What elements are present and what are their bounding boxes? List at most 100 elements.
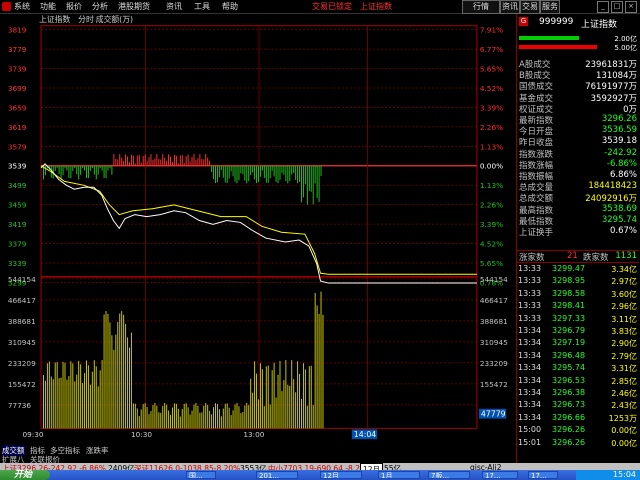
volume-bar [44,380,46,429]
taskbar-item[interactable]: 1月 [378,471,420,479]
up-down-bar [216,165,218,183]
up-down-bar [297,165,299,184]
time-axis-labels: 09:30 10:30 13:00 [22,430,264,439]
taskbar-item[interactable]: 7板... [428,471,470,479]
taskbar-item[interactable]: 17... [482,471,518,479]
volume-bar [295,392,297,429]
minimize-icon[interactable]: _ [597,1,609,13]
tick-price: 3296.26 [552,437,586,447]
volume-bar [203,405,205,429]
start-button[interactable]: 开始 [0,470,50,480]
menu-help[interactable]: 帮助 [222,1,238,12]
up-down-bar [203,159,205,166]
volume-bar [158,412,160,429]
menu-quote[interactable]: 报价 [66,1,82,12]
tick-row[interactable]: 13:33 3298.58 3.60亿 [517,289,639,300]
taskbar-item[interactable]: 17... [528,471,558,479]
quote-panel: G 999999 上证指数 2.00亿 5.00亿 A股成交 23961831万 B… [516,14,640,464]
volume-bar [78,360,80,429]
up-down-bar [66,165,68,171]
up-down-bar [154,158,156,166]
right-axis-label: 1.13% [480,181,503,190]
volume-bar [244,405,246,429]
up-down-bar [84,165,86,171]
tick-row[interactable]: 13:34 3296.53 2.85亿 [517,376,639,387]
up-down-bar [101,165,103,171]
tick-row[interactable]: 13:34 3296.79 3.83亿 [517,326,639,337]
tick-price: 3296.66 [552,412,586,422]
menu-function[interactable]: 功能 [40,1,56,12]
menu-news[interactable]: 资讯 [166,1,182,12]
left-axis-label: 544154 [8,275,36,284]
tick-volume: 3.83亿 [611,327,637,336]
tick-volume: 3.31亿 [611,364,637,374]
volume-bar [121,311,123,429]
up-down-bar [205,154,207,166]
tick-row[interactable]: 15:01 3296.26 0.00亿 [517,438,639,449]
volume-bar [136,408,138,429]
tick-row[interactable]: 13:33 3298.95 2.97亿 [517,276,639,287]
left-axis-label: 3699 [8,84,27,93]
tick-row[interactable]: 13:34 3296.48 2.79亿 [517,351,639,362]
tick-row[interactable]: 13:34 3295.74 3.31亿 [517,363,639,374]
menu-tools[interactable]: 工具 [194,1,210,12]
volume-bar [222,408,224,429]
up-down-bar [146,161,148,166]
up-down-bar [121,157,123,166]
tick-row[interactable]: 13:33 3299.47 3.34亿 [517,264,639,275]
tab-news[interactable]: 资讯 [500,0,520,14]
up-down-bar [123,160,125,166]
up-down-bar [234,165,236,182]
right-axis-label: 1.13% [480,142,503,151]
tick-row[interactable]: 13:33 3297.33 3.11亿 [517,314,639,325]
left-axis-label: 3739 [8,64,27,73]
taskbar-item[interactable]: 国... [186,471,216,479]
tab-service[interactable]: 服务 [540,0,560,14]
up-down-bar [254,165,256,180]
tick-row[interactable]: 15:00 3296.26 0.00亿 [517,425,639,436]
restore-icon[interactable]: □ [611,1,623,13]
menu-hk-futures[interactable]: 港股期货 [118,1,150,12]
tick-row[interactable]: 13:33 3298.41 2.96亿 [517,301,639,312]
tick-row[interactable]: 13:34 3296.66 1253万 [517,413,639,424]
stat-row: 今日开盘 3536.59 [517,125,639,137]
up-down-bar [111,165,113,175]
up-down-bar [109,165,111,169]
tab-advance-ratio[interactable]: 涨跌率 [86,445,109,456]
up-down-bar [168,154,170,166]
up-down-bar [185,156,187,166]
stat-row: 指数涨跌 -242.92 [517,148,639,160]
tick-volume: 2.46亿 [611,389,637,398]
volume-bar [101,360,103,429]
stat-row: B股成交 131084万 [517,69,639,81]
tab-market[interactable]: 行情 [462,0,500,14]
up-down-bar [238,165,240,181]
taskbar: 开始 国... 201... 12月 1月 7板... 17... 17... … [0,470,640,480]
up-down-bar [68,165,70,178]
volume-bar [205,402,207,429]
up-down-bar [74,165,76,168]
tick-row[interactable]: 13:34 3296.73 2.43亿 [517,400,639,411]
tick-row[interactable]: 13:34 3296.38 2.46亿 [517,388,639,399]
up-down-bar [140,162,142,166]
tick-row[interactable]: 13:34 3297.19 2.90亿 [517,338,639,349]
up-down-bar [70,165,72,179]
stat-value: 3538.69 [601,203,637,214]
tick-time: 13:34 [518,363,542,373]
up-down-bar [173,154,175,166]
menu-analysis[interactable]: 分析 [92,1,108,12]
tab-trade[interactable]: 交易 [520,0,540,14]
taskbar-item[interactable]: 12月 [320,471,362,479]
tick-time: 15:00 [518,425,542,435]
volume-bar [50,376,52,429]
intraday-chart[interactable]: 3819 3779 3739 3699 3659 3619 3579 3539 3499 3459… [0,14,516,444]
taskbar-item[interactable]: 201... [256,471,298,479]
volume-bar [301,398,302,429]
volume-bar [238,406,240,429]
trade-locked-label[interactable]: 交易已锁定 [312,1,352,12]
volume-bar [263,406,265,429]
menu-system[interactable]: 系统 [14,1,30,12]
clock[interactable]: 15:04 [576,470,640,480]
tick-price: 3298.95 [552,276,586,286]
close-icon[interactable]: × [625,1,637,13]
